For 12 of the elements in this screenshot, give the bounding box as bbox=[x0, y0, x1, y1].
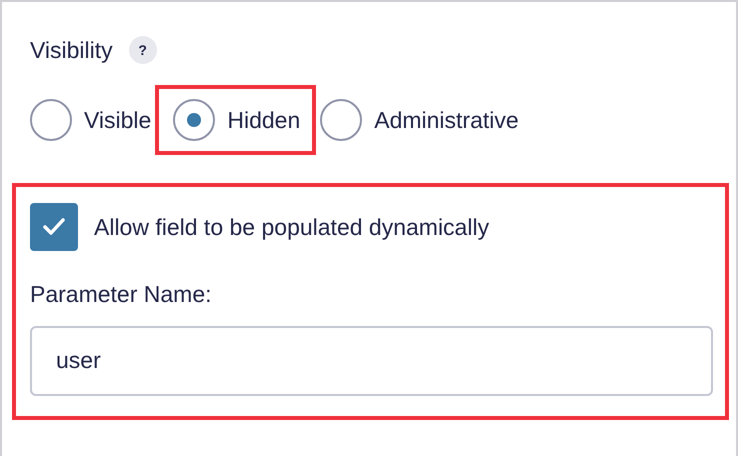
radio-label[interactable]: Hidden bbox=[227, 102, 300, 138]
checkbox-label[interactable]: Allow field to be populated dynamically bbox=[94, 210, 490, 244]
checkbox[interactable] bbox=[30, 203, 78, 251]
radio-button[interactable] bbox=[173, 99, 216, 141]
help-icon[interactable]: ? bbox=[128, 36, 157, 64]
radio-button[interactable] bbox=[320, 99, 362, 141]
field-label: Parameter Name: bbox=[30, 280, 213, 309]
input-field[interactable]: user bbox=[30, 326, 713, 396]
radio-button[interactable] bbox=[30, 99, 72, 141]
radio-label[interactable]: Visible bbox=[84, 102, 152, 138]
radio-label[interactable]: Administrative bbox=[374, 102, 519, 138]
section-label: Visibility bbox=[30, 36, 113, 65]
